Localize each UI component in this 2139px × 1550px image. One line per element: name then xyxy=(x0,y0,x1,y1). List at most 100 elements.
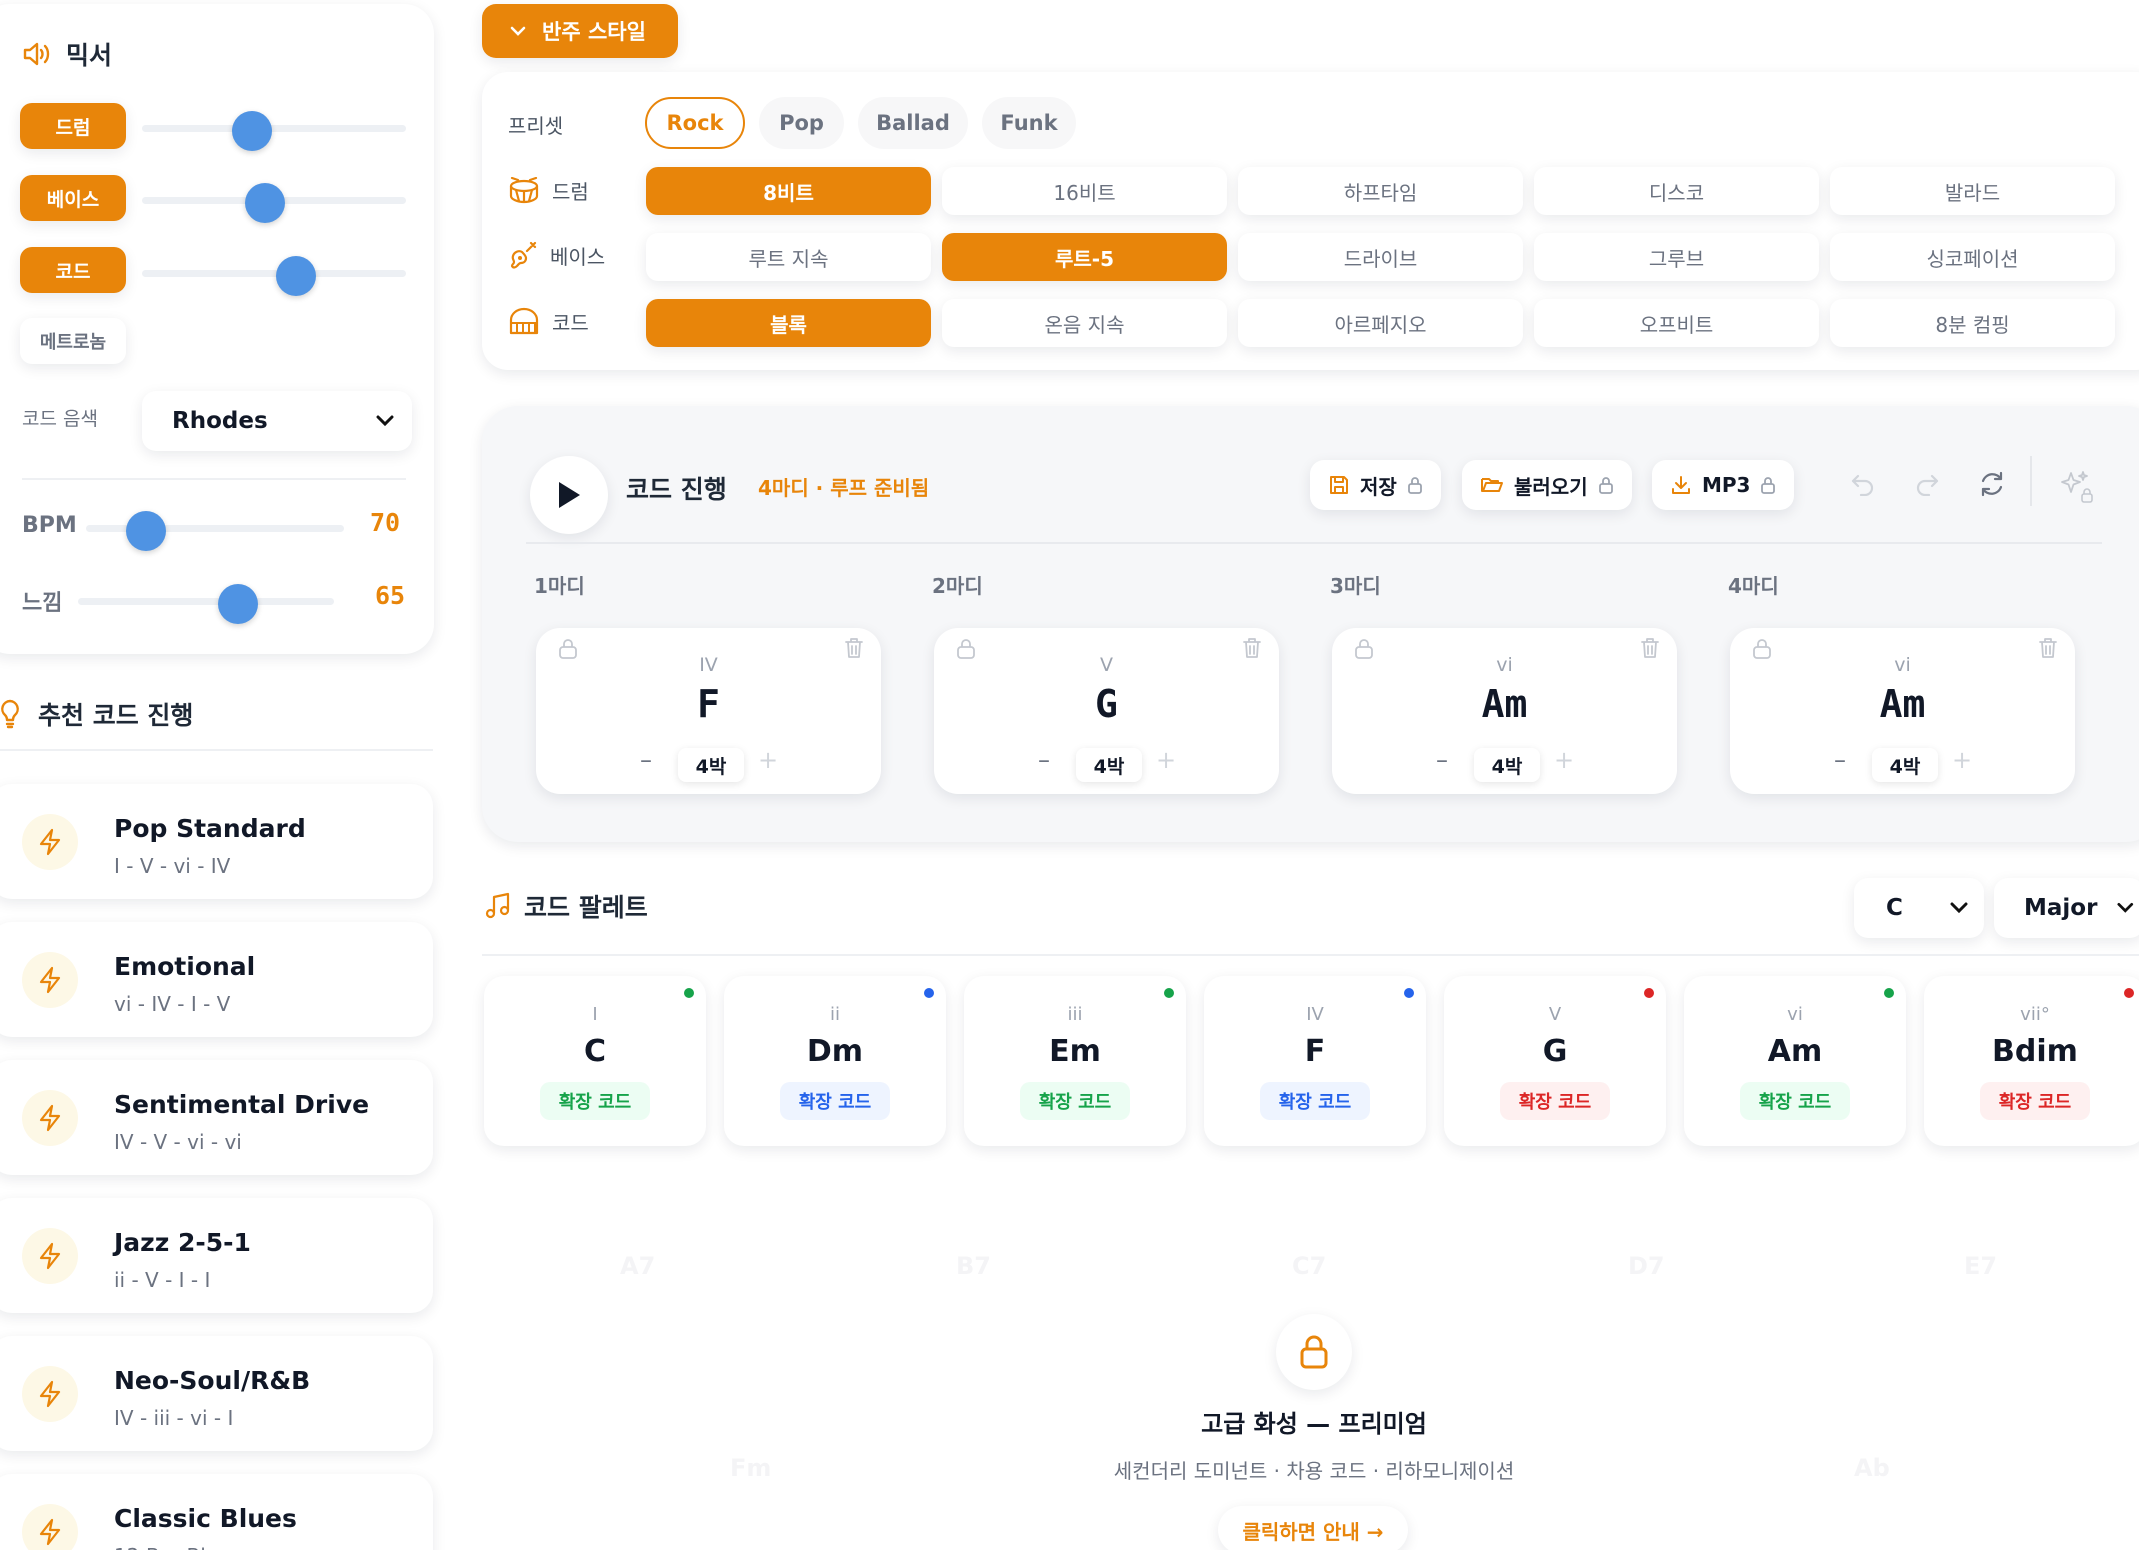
extended-chord-tag[interactable]: 확장 코드 xyxy=(1020,1082,1130,1120)
decrease-beats-button[interactable]: – xyxy=(1436,746,1448,774)
suggestion-card[interactable]: Pop Standard I - V - vi - IV xyxy=(0,784,433,899)
slider-knob-chord[interactable] xyxy=(276,256,316,296)
bpm-slider-knob[interactable] xyxy=(126,511,166,551)
chord-option[interactable]: 아르페지오 xyxy=(1238,299,1523,347)
slider-track-drums[interactable] xyxy=(142,125,406,132)
feel-slider-knob[interactable] xyxy=(218,584,258,624)
channel-drums-button[interactable]: 드럼 xyxy=(20,103,126,149)
channel-bass-button[interactable]: 베이스 xyxy=(20,175,126,221)
decrease-beats-button[interactable]: – xyxy=(1038,746,1050,774)
suggestion-card[interactable]: Emotional vi - IV - I - V xyxy=(0,922,433,1037)
play-button[interactable] xyxy=(530,456,608,534)
feel-slider-track[interactable] xyxy=(78,598,334,605)
mode-select[interactable]: Major xyxy=(1994,878,2139,938)
bass-option[interactable]: 그루브 xyxy=(1534,233,1819,281)
palette-chord-card[interactable]: ii Dm 확장 코드 xyxy=(724,976,946,1146)
extended-chord-tag[interactable]: 확장 코드 xyxy=(1980,1082,2090,1120)
chord-option[interactable]: 8분 컴핑 xyxy=(1830,299,2115,347)
increase-beats-button[interactable]: + xyxy=(1952,746,1972,774)
premium-lock xyxy=(1276,1314,1352,1390)
bass-option[interactable]: 싱코페이션 xyxy=(1830,233,2115,281)
mp3-label: MP3 xyxy=(1702,473,1751,497)
lightning-icon xyxy=(39,1242,61,1270)
key-select[interactable]: C xyxy=(1854,878,1984,938)
save-button[interactable]: 저장 xyxy=(1310,460,1441,510)
drum-option[interactable]: 8비트 xyxy=(646,167,931,215)
chord-option[interactable]: 오프비트 xyxy=(1534,299,1819,347)
option-label: 16비트 xyxy=(1053,180,1116,205)
channel-chord-button[interactable]: 코드 xyxy=(20,247,126,293)
suggestion-icon-wrap xyxy=(22,1366,78,1422)
decrease-beats-button[interactable]: – xyxy=(1834,746,1846,774)
drum-option[interactable]: 하프타임 xyxy=(1238,167,1523,215)
palette-chord-card[interactable]: iii Em 확장 코드 xyxy=(964,976,1186,1146)
premium-cta-label: 클릭하면 안내 → xyxy=(1242,1519,1384,1544)
drum-option[interactable]: 디스코 xyxy=(1534,167,1819,215)
palette-chord-card[interactable]: vi Am 확장 코드 xyxy=(1684,976,1906,1146)
preset-pop[interactable]: Pop xyxy=(759,97,844,149)
loop-button[interactable] xyxy=(1978,470,2006,498)
suggestion-card[interactable]: Sentimental Drive IV - V - vi - vi xyxy=(0,1060,433,1175)
redo-button[interactable] xyxy=(1914,472,1940,496)
bass-option[interactable]: 루트 지속 xyxy=(646,233,931,281)
palette-chord-card[interactable]: V G 확장 코드 xyxy=(1444,976,1666,1146)
suggestion-card[interactable]: Classic Blues 12-Bar Blues xyxy=(0,1474,433,1550)
option-label: 루트 지속 xyxy=(748,246,829,271)
slider-track-chord[interactable] xyxy=(142,270,406,277)
channel-label: 코드 xyxy=(55,260,91,283)
extended-chord-tag[interactable]: 확장 코드 xyxy=(780,1082,890,1120)
bar-chord-name: G xyxy=(1095,682,1118,726)
bar-label: 4마디 xyxy=(1728,574,1779,598)
slider-knob-bass[interactable] xyxy=(245,183,285,223)
slider-knob-drums[interactable] xyxy=(232,111,272,151)
tone-select[interactable]: Rhodes xyxy=(142,391,412,451)
suggestion-card[interactable]: Jazz 2-5-1 ii - V - I - I xyxy=(0,1198,433,1313)
play-icon xyxy=(559,482,580,508)
bar-roman: IV xyxy=(699,654,718,676)
chord-option[interactable]: 온음 지속 xyxy=(942,299,1227,347)
undo-icon xyxy=(1851,474,1874,496)
bar-chord-card[interactable]: IV F – 4박 + xyxy=(536,628,881,794)
feel-value: 65 xyxy=(375,581,406,610)
extended-chord-tag[interactable]: 확장 코드 xyxy=(1260,1082,1370,1120)
extended-chord-tag[interactable]: 확장 코드 xyxy=(540,1082,650,1120)
lightbulb-icon xyxy=(1,699,19,729)
lock-icon xyxy=(1300,1335,1328,1369)
preset-rock[interactable]: Rock xyxy=(645,97,745,149)
chord-option[interactable]: 블록 xyxy=(646,299,931,347)
extended-chord-tag[interactable]: 확장 코드 xyxy=(1500,1082,1610,1120)
increase-beats-button[interactable]: + xyxy=(1156,746,1176,774)
preset-ballad[interactable]: Ballad xyxy=(858,97,968,149)
undo-button[interactable] xyxy=(1850,472,1876,496)
drum-icon xyxy=(509,176,539,203)
suggestion-sequence: vi - IV - I - V xyxy=(114,992,231,1016)
drum-option[interactable]: 발라드 xyxy=(1830,167,2115,215)
bass-option[interactable]: 루트-5 xyxy=(942,233,1227,281)
option-label: 발라드 xyxy=(1944,180,2001,205)
palette-chord-card[interactable]: I C 확장 코드 xyxy=(484,976,706,1146)
premium-subtitle: 세컨더리 도미넌트 · 차용 코드 · 리하모니제이션 xyxy=(1113,1459,1515,1483)
preset-funk[interactable]: Funk xyxy=(982,97,1076,149)
load-button[interactable]: 불러오기 xyxy=(1462,460,1632,510)
metronome-button[interactable]: 메트로놈 xyxy=(20,318,126,364)
palette-chord-card[interactable]: IV F 확장 코드 xyxy=(1204,976,1426,1146)
mp3-export-button[interactable]: MP3 xyxy=(1652,460,1795,510)
extended-chord-tag[interactable]: 확장 코드 xyxy=(1740,1082,1850,1120)
ai-sparkle-button[interactable] xyxy=(2058,470,2094,504)
bass-option[interactable]: 드라이브 xyxy=(1238,233,1523,281)
decrease-beats-button[interactable]: – xyxy=(640,746,652,774)
bar-chord-card[interactable]: vi Am – 4박 + xyxy=(1332,628,1677,794)
redo-icon xyxy=(1916,474,1939,496)
accompaniment-style-button[interactable]: 반주 스타일 xyxy=(482,4,678,58)
increase-beats-button[interactable]: + xyxy=(1554,746,1574,774)
palette-chord-card[interactable]: vii° Bdim 확장 코드 xyxy=(1924,976,2139,1146)
suggestion-card[interactable]: Neo-Soul/R&B IV - iii - vi - I xyxy=(0,1336,433,1451)
option-label: 그루브 xyxy=(1648,246,1705,271)
drum-option[interactable]: 16비트 xyxy=(942,167,1227,215)
bpm-slider-track[interactable] xyxy=(86,525,344,532)
preset-label: Funk xyxy=(1000,111,1058,135)
premium-info-button[interactable]: 클릭하면 안내 → xyxy=(1218,1506,1408,1550)
bar-chord-card[interactable]: vi Am – 4박 + xyxy=(1730,628,2075,794)
bar-chord-card[interactable]: V G – 4박 + xyxy=(934,628,1279,794)
increase-beats-button[interactable]: + xyxy=(758,746,778,774)
